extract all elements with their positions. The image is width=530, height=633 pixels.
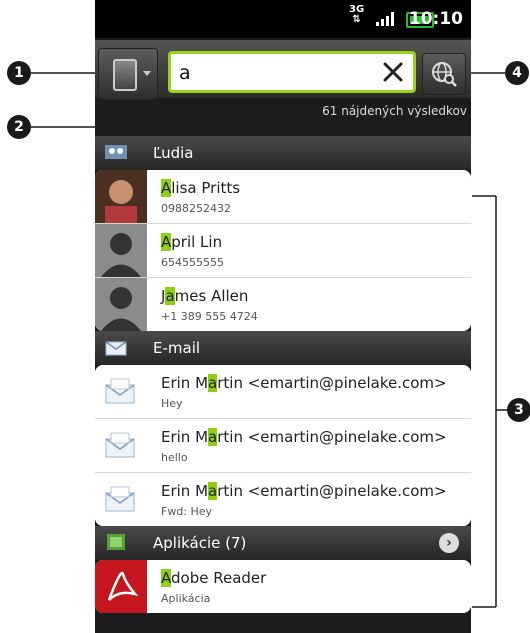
search-input[interactable] [179, 59, 369, 87]
adobe-reader-icon [95, 560, 147, 613]
results-list: Ľudia Alisa Pritts 0988252432 April Lin … [95, 136, 471, 613]
section-title: E-mail [153, 339, 201, 357]
email-sender: Erin Martin <emartin@pinelake.com> [161, 374, 447, 392]
list-item[interactable]: April Lin 654555555 [95, 224, 471, 278]
people-icon [105, 145, 127, 159]
section-title: Ľudia [153, 144, 194, 162]
people-group: Alisa Pritts 0988252432 April Lin 654555… [95, 170, 471, 331]
email-subject: Fwd: Hey [161, 505, 213, 518]
web-search-icon [432, 62, 457, 87]
contact-phone: +1 389 555 4724 [161, 310, 258, 323]
callout-4: 4 [505, 61, 529, 85]
avatar [95, 224, 147, 277]
list-item[interactable]: Erin Martin <emartin@pinelake.com> hello [95, 419, 471, 473]
contact-phone: 654555555 [161, 256, 224, 269]
list-item[interactable]: James Allen +1 389 555 4724 [95, 278, 471, 331]
search-field[interactable] [168, 51, 416, 93]
chevron-down-icon [143, 71, 151, 76]
email-sender: Erin Martin <emartin@pinelake.com> [161, 482, 447, 500]
section-header-email[interactable]: E-mail [95, 331, 471, 365]
contact-name: Alisa Pritts [161, 179, 241, 197]
status-bar: 3G ⇅ 10:10 [95, 0, 471, 38]
web-search-button[interactable] [422, 53, 466, 95]
result-count: 61 nájdených výsledkov [322, 104, 467, 118]
callout-1: 1 [7, 61, 31, 85]
section-header-people[interactable]: Ľudia [95, 136, 471, 170]
callout-2: 2 [7, 115, 31, 139]
email-icon [105, 341, 127, 356]
envelope-icon [105, 378, 135, 404]
contact-name: James Allen [161, 287, 249, 305]
clock: 10:10 [408, 9, 463, 29]
list-item[interactable]: Adobe Reader Aplikácia [95, 560, 471, 613]
section-header-apps[interactable]: Aplikácie (7) › [95, 526, 471, 560]
list-item[interactable]: Erin Martin <emartin@pinelake.com> Fwd: … [95, 473, 471, 526]
email-subject: hello [161, 451, 188, 464]
app-type: Aplikácia [161, 592, 211, 605]
app-name: Adobe Reader [161, 569, 267, 587]
list-item[interactable]: Erin Martin <emartin@pinelake.com> Hey [95, 365, 471, 419]
search-bar [95, 40, 471, 100]
search-source-button[interactable] [98, 48, 158, 100]
apps-group: Adobe Reader Aplikácia [95, 560, 471, 613]
avatar [95, 170, 147, 223]
email-sender: Erin Martin <emartin@pinelake.com> [161, 428, 447, 446]
callout-3: 3 [507, 398, 530, 422]
envelope-icon [105, 432, 135, 458]
apps-icon [107, 534, 125, 550]
envelope-icon [105, 486, 135, 512]
contact-name: April Lin [161, 233, 223, 251]
phone-source-icon [113, 59, 137, 91]
contact-phone: 0988252432 [161, 202, 231, 215]
list-item[interactable]: Alisa Pritts 0988252432 [95, 170, 471, 224]
email-group: Erin Martin <emartin@pinelake.com> Hey E… [95, 365, 471, 526]
network-indicator: 3G ⇅ [349, 4, 365, 25]
signal-icon [376, 12, 394, 26]
email-subject: Hey [161, 397, 183, 410]
section-title: Aplikácie (7) [153, 534, 247, 552]
avatar [95, 278, 147, 331]
phone-screen: 3G⇅ 10:10 61 nájdenýc [95, 0, 471, 633]
chevron-right-icon[interactable]: › [439, 533, 459, 553]
clear-icon[interactable] [381, 60, 405, 84]
